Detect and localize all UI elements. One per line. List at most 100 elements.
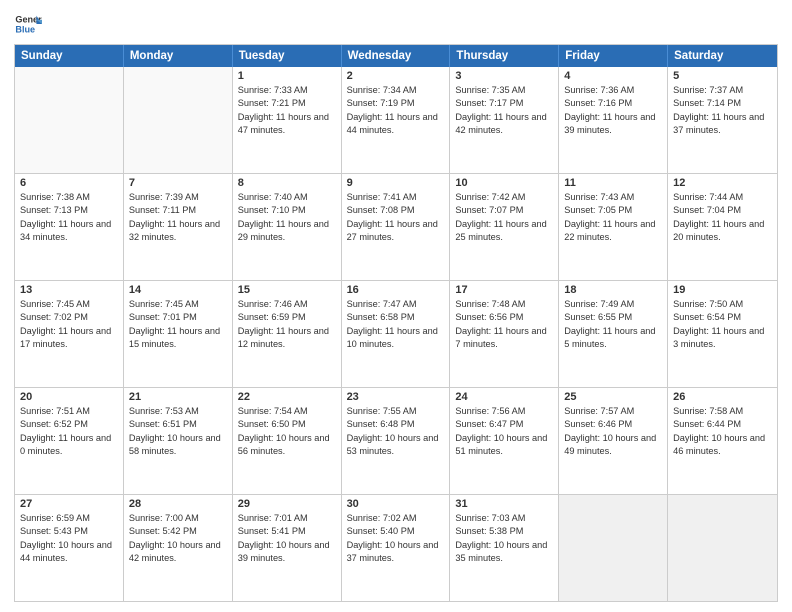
calendar-header: SundayMondayTuesdayWednesdayThursdayFrid… — [15, 45, 777, 67]
cal-cell: 28 Sunrise: 7:00 AMSunset: 5:42 PMDayligh… — [124, 495, 233, 601]
cal-cell: 29 Sunrise: 7:01 AMSunset: 5:41 PMDayligh… — [233, 495, 342, 601]
cell-info: Sunrise: 7:36 AMSunset: 7:16 PMDaylight:… — [564, 84, 662, 137]
cal-row-4: 20Sunrise: 7:51 AMSunset: 6:52 PMDayligh… — [15, 387, 777, 494]
day-header-thursday: Thursday — [450, 45, 559, 67]
cal-cell: 23 Sunrise: 7:55 AMSunset: 6:48 PMDayligh… — [342, 388, 451, 494]
cal-cell — [124, 67, 233, 173]
day-number: 3 — [455, 70, 553, 82]
day-header-friday: Friday — [559, 45, 668, 67]
cal-cell: 26Sunrise: 7:58 AMSunset: 6:44 PMDayligh… — [668, 388, 777, 494]
cell-info: Sunrise: 6:59 AMSunset: 5:43 PMDaylight:… — [20, 512, 118, 565]
cell-info: Sunrise: 7:38 AMSunset: 7:13 PMDaylight:… — [20, 191, 118, 244]
day-number: 13 — [20, 284, 118, 296]
day-number: 17 — [455, 284, 553, 296]
cell-info: Sunrise: 7:00 AMSunset: 5:42 PMDaylight:… — [129, 512, 227, 565]
day-number: 29 — [238, 498, 336, 510]
day-number: 31 — [455, 498, 553, 510]
cell-info: Sunrise: 7:40 AMSunset: 7:10 PMDaylight:… — [238, 191, 336, 244]
cal-cell: 3 Sunrise: 7:35 AMSunset: 7:17 PMDaylight… — [450, 67, 559, 173]
cell-info: Sunrise: 7:39 AMSunset: 7:11 PMDaylight:… — [129, 191, 227, 244]
cal-cell: 2 Sunrise: 7:34 AMSunset: 7:19 PMDaylight… — [342, 67, 451, 173]
day-number: 4 — [564, 70, 662, 82]
cell-info: Sunrise: 7:34 AMSunset: 7:19 PMDaylight:… — [347, 84, 445, 137]
cal-cell: 1Sunrise: 7:33 AMSunset: 7:21 PMDaylight… — [233, 67, 342, 173]
cell-info: Sunrise: 7:49 AMSunset: 6:55 PMDaylight:… — [564, 298, 662, 351]
day-number: 5 — [673, 70, 772, 82]
day-number: 20 — [20, 391, 118, 403]
day-number: 12 — [673, 177, 772, 189]
cell-info: Sunrise: 7:50 AMSunset: 6:54 PMDaylight:… — [673, 298, 772, 351]
cal-cell: 13 Sunrise: 7:45 AMSunset: 7:02 PMDayligh… — [15, 281, 124, 387]
cell-info: Sunrise: 7:55 AMSunset: 6:48 PMDaylight:… — [347, 405, 445, 458]
cell-info: Sunrise: 7:45 AMSunset: 7:02 PMDaylight:… — [20, 298, 118, 351]
day-number: 15 — [238, 284, 336, 296]
day-number: 21 — [129, 391, 227, 403]
cal-cell: 22 Sunrise: 7:54 AMSunset: 6:50 PMDayligh… — [233, 388, 342, 494]
day-number: 10 — [455, 177, 553, 189]
cell-info: Sunrise: 7:37 AMSunset: 7:14 PMDaylight:… — [673, 84, 772, 137]
day-number: 30 — [347, 498, 445, 510]
page: General Blue SundayMondayTuesdayWednesda… — [0, 0, 792, 612]
cal-cell: 30 Sunrise: 7:02 AMSunset: 5:40 PMDayligh… — [342, 495, 451, 601]
day-number: 25 — [564, 391, 662, 403]
cal-cell: 18 Sunrise: 7:49 AMSunset: 6:55 PMDayligh… — [559, 281, 668, 387]
header: General Blue — [14, 10, 778, 38]
cell-info: Sunrise: 7:46 AMSunset: 6:59 PMDaylight:… — [238, 298, 336, 351]
cell-info: Sunrise: 7:47 AMSunset: 6:58 PMDaylight:… — [347, 298, 445, 351]
cal-row-5: 27 Sunrise: 6:59 AMSunset: 5:43 PMDayligh… — [15, 494, 777, 601]
day-number: 2 — [347, 70, 445, 82]
cal-cell: 8 Sunrise: 7:40 AMSunset: 7:10 PMDaylight… — [233, 174, 342, 280]
day-header-monday: Monday — [124, 45, 233, 67]
cal-cell: 16 Sunrise: 7:47 AMSunset: 6:58 PMDayligh… — [342, 281, 451, 387]
day-number: 11 — [564, 177, 662, 189]
cell-info: Sunrise: 7:33 AMSunset: 7:21 PMDaylight:… — [238, 84, 336, 137]
day-number: 26 — [673, 391, 772, 403]
cell-info: Sunrise: 7:56 AMSunset: 6:47 PMDaylight:… — [455, 405, 553, 458]
day-number: 19 — [673, 284, 772, 296]
day-number: 23 — [347, 391, 445, 403]
cal-cell — [15, 67, 124, 173]
logo: General Blue — [14, 10, 46, 38]
day-number: 9 — [347, 177, 445, 189]
day-header-wednesday: Wednesday — [342, 45, 451, 67]
cal-cell: 14Sunrise: 7:45 AMSunset: 7:01 PMDayligh… — [124, 281, 233, 387]
calendar-body: 1Sunrise: 7:33 AMSunset: 7:21 PMDaylight… — [15, 67, 777, 601]
cal-row-3: 13 Sunrise: 7:45 AMSunset: 7:02 PMDayligh… — [15, 280, 777, 387]
svg-text:Blue: Blue — [15, 24, 35, 34]
cal-cell: 7Sunrise: 7:39 AMSunset: 7:11 PMDaylight… — [124, 174, 233, 280]
day-header-sunday: Sunday — [15, 45, 124, 67]
day-number: 8 — [238, 177, 336, 189]
cal-cell: 11 Sunrise: 7:43 AMSunset: 7:05 PMDayligh… — [559, 174, 668, 280]
cell-info: Sunrise: 7:41 AMSunset: 7:08 PMDaylight:… — [347, 191, 445, 244]
cal-row-1: 1Sunrise: 7:33 AMSunset: 7:21 PMDaylight… — [15, 67, 777, 173]
cal-cell: 10 Sunrise: 7:42 AMSunset: 7:07 PMDayligh… — [450, 174, 559, 280]
cell-info: Sunrise: 7:54 AMSunset: 6:50 PMDaylight:… — [238, 405, 336, 458]
cal-cell: 24 Sunrise: 7:56 AMSunset: 6:47 PMDayligh… — [450, 388, 559, 494]
cell-info: Sunrise: 7:35 AMSunset: 7:17 PMDaylight:… — [455, 84, 553, 137]
day-number: 22 — [238, 391, 336, 403]
cell-info: Sunrise: 7:42 AMSunset: 7:07 PMDaylight:… — [455, 191, 553, 244]
day-number: 14 — [129, 284, 227, 296]
cal-cell: 6Sunrise: 7:38 AMSunset: 7:13 PMDaylight… — [15, 174, 124, 280]
cal-row-2: 6Sunrise: 7:38 AMSunset: 7:13 PMDaylight… — [15, 173, 777, 280]
cal-cell: 31Sunrise: 7:03 AMSunset: 5:38 PMDayligh… — [450, 495, 559, 601]
cal-cell: 27 Sunrise: 6:59 AMSunset: 5:43 PMDayligh… — [15, 495, 124, 601]
day-number: 18 — [564, 284, 662, 296]
day-number: 27 — [20, 498, 118, 510]
day-number: 24 — [455, 391, 553, 403]
logo-icon: General Blue — [14, 10, 42, 38]
day-header-tuesday: Tuesday — [233, 45, 342, 67]
cal-cell: 21 Sunrise: 7:53 AMSunset: 6:51 PMDayligh… — [124, 388, 233, 494]
day-number: 16 — [347, 284, 445, 296]
cell-info: Sunrise: 7:43 AMSunset: 7:05 PMDaylight:… — [564, 191, 662, 244]
cal-cell: 19 Sunrise: 7:50 AMSunset: 6:54 PMDayligh… — [668, 281, 777, 387]
cal-cell: 9 Sunrise: 7:41 AMSunset: 7:08 PMDaylight… — [342, 174, 451, 280]
calendar: SundayMondayTuesdayWednesdayThursdayFrid… — [14, 44, 778, 602]
cell-info: Sunrise: 7:53 AMSunset: 6:51 PMDaylight:… — [129, 405, 227, 458]
cell-info: Sunrise: 7:02 AMSunset: 5:40 PMDaylight:… — [347, 512, 445, 565]
cal-cell: 20Sunrise: 7:51 AMSunset: 6:52 PMDayligh… — [15, 388, 124, 494]
day-header-saturday: Saturday — [668, 45, 777, 67]
cal-cell: 25Sunrise: 7:57 AMSunset: 6:46 PMDayligh… — [559, 388, 668, 494]
cell-info: Sunrise: 7:01 AMSunset: 5:41 PMDaylight:… — [238, 512, 336, 565]
day-number: 28 — [129, 498, 227, 510]
